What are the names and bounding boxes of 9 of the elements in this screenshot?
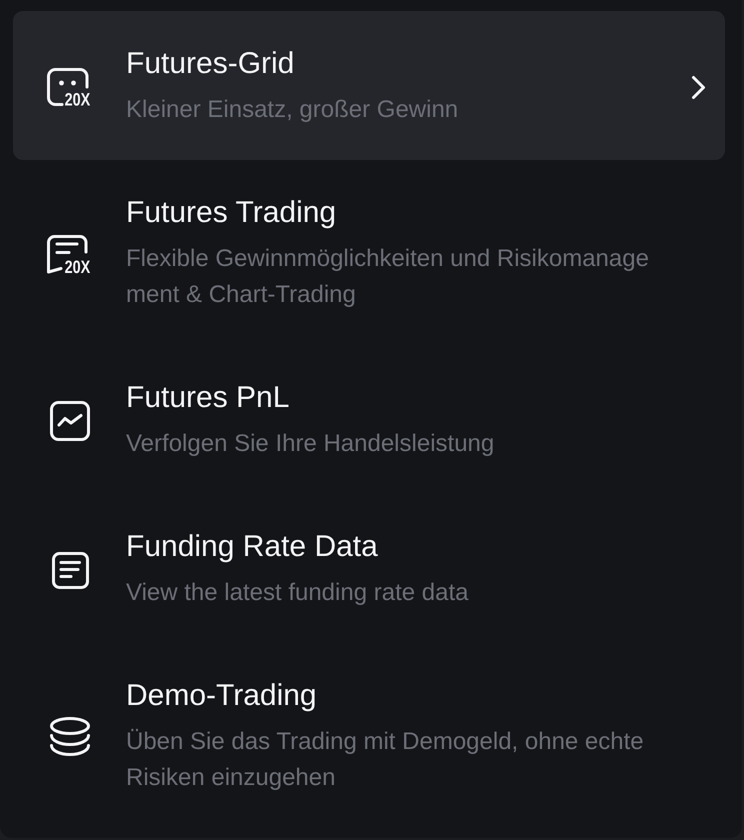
menu-item[interactable]: 20X Futures Trading Flexible Gewinnmöglichkeiten und Risikomanagement & Chart-Trading (13, 160, 725, 345)
chart-icon (50, 401, 90, 441)
menu-item[interactable]: 20X Futures-Grid Kleiner Einsatz, großer Gewinn (13, 11, 725, 160)
database-icon (50, 717, 90, 757)
menu-item[interactable]: Demo-Trading Üben Sie das Trading mit Demogeld, ohne echte Risiken einzugehen (13, 643, 725, 828)
menu-item[interactable]: Funding Rate Data View the latest funding rate data (13, 494, 725, 643)
list-icon (52, 552, 88, 588)
chevron-right-icon (691, 74, 706, 100)
menu-item[interactable]: Futures PnL Verfolgen Sie Ihre Handelsleistung (13, 345, 725, 494)
